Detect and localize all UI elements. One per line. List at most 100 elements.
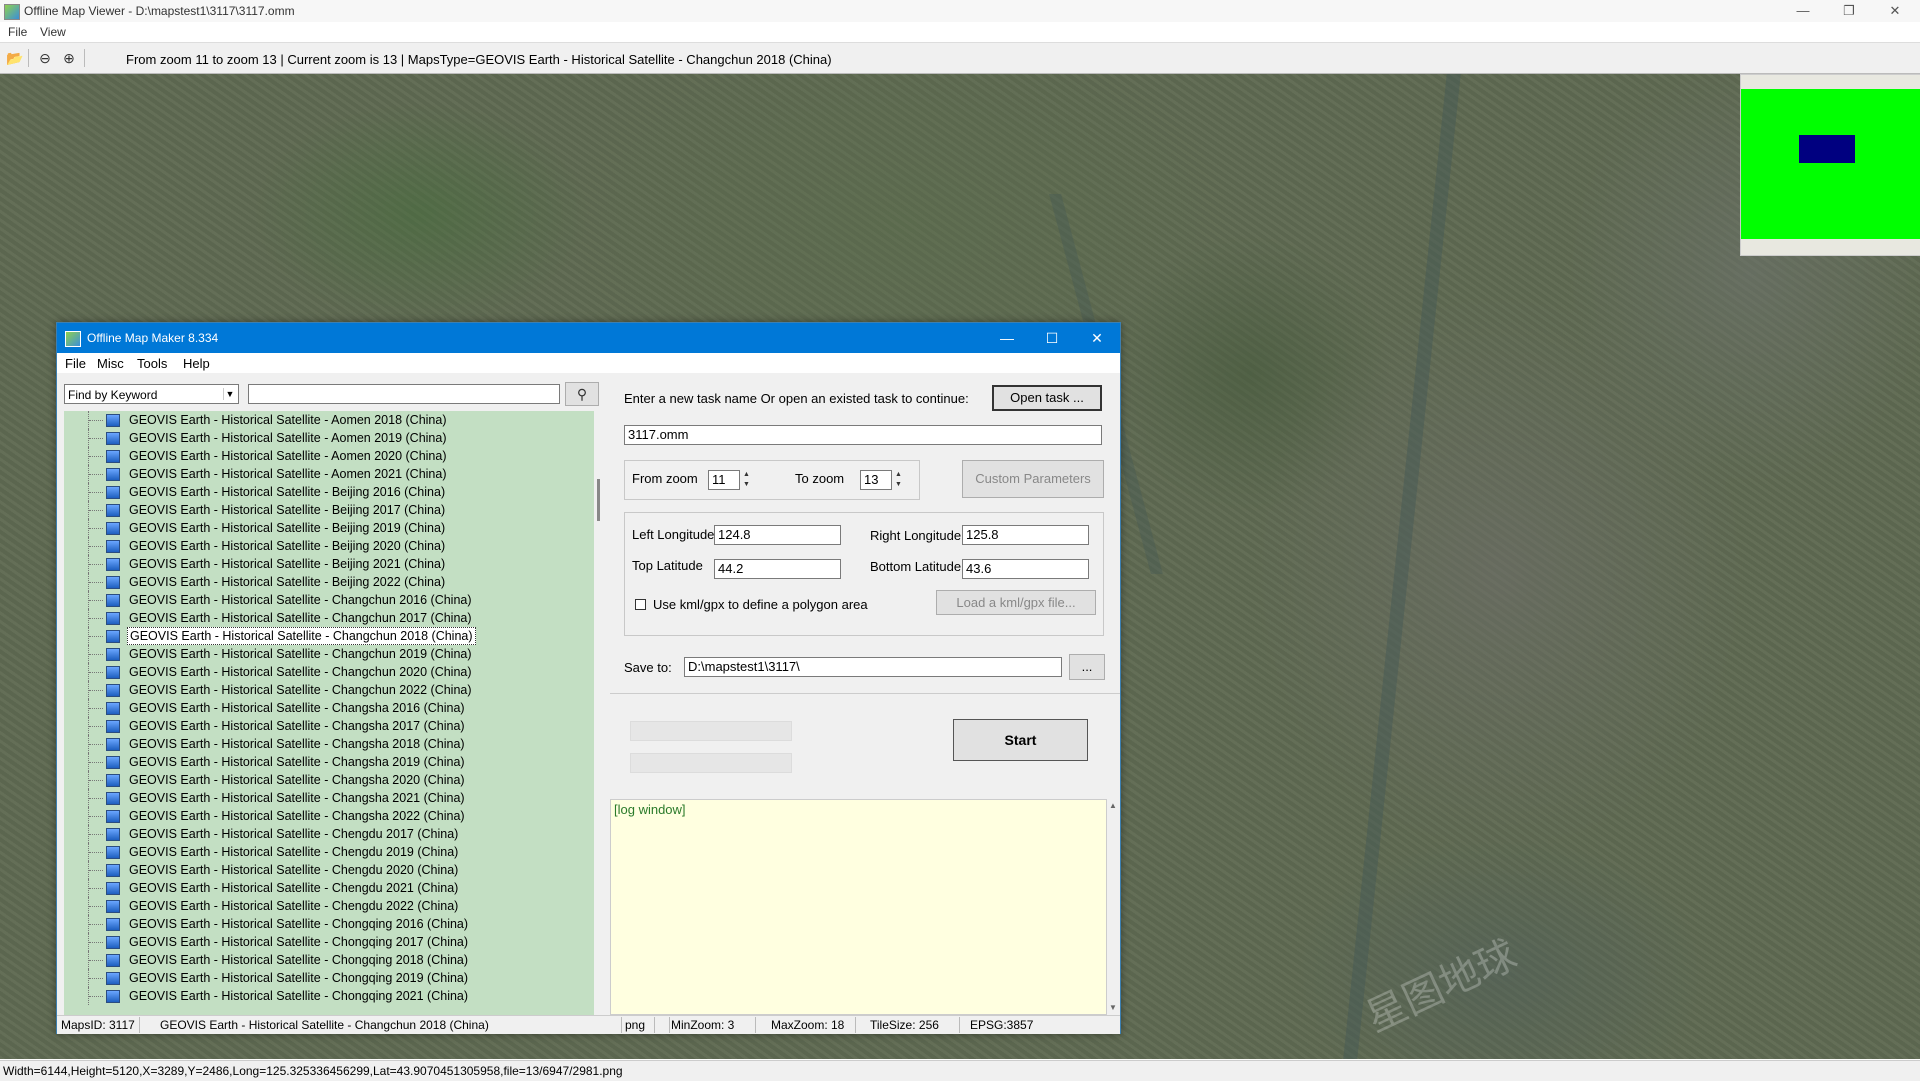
dialog-menu-misc[interactable]: Misc (97, 356, 124, 371)
dialog-menu-file[interactable]: File (65, 356, 86, 371)
tree-item[interactable]: GEOVIS Earth - Historical Satellite - Ch… (64, 681, 594, 699)
map-tile-icon (106, 576, 120, 589)
dialog-maximize-button[interactable]: ☐ (1037, 328, 1067, 348)
search-input[interactable] (248, 384, 560, 404)
right-longitude-input[interactable]: 125.8 (962, 525, 1089, 545)
left-longitude-input[interactable]: 124.8 (714, 525, 841, 545)
to-zoom-input[interactable]: 13 (860, 470, 892, 490)
tree-item[interactable]: GEOVIS Earth - Historical Satellite - Be… (64, 501, 594, 519)
tree-item[interactable]: GEOVIS Earth - Historical Satellite - Ch… (64, 717, 594, 735)
start-button[interactable]: Start (953, 719, 1088, 761)
tree-item[interactable]: GEOVIS Earth - Historical Satellite - Ao… (64, 465, 594, 483)
tree-item[interactable]: GEOVIS Earth - Historical Satellite - Ch… (64, 771, 594, 789)
save-to-label: Save to: (624, 660, 672, 675)
dialog-menu-help[interactable]: Help (183, 356, 210, 371)
open-task-button[interactable]: Open task ... (992, 385, 1102, 411)
tree-item[interactable]: GEOVIS Earth - Historical Satellite - Ch… (64, 645, 594, 663)
tree-item[interactable]: GEOVIS Earth - Historical Satellite - Ch… (64, 843, 594, 861)
tree-item[interactable]: GEOVIS Earth - Historical Satellite - Be… (64, 555, 594, 573)
tree-item[interactable]: GEOVIS Earth - Historical Satellite - Ch… (64, 609, 594, 627)
tree-connector (88, 897, 103, 915)
open-folder-icon[interactable]: 📂 (6, 50, 23, 66)
map-tile-icon (106, 648, 120, 661)
top-latitude-label: Top Latitude (632, 558, 703, 573)
log-window[interactable]: [log window] (610, 799, 1107, 1015)
viewer-close-button[interactable]: ✕ (1882, 2, 1908, 20)
dialog-menu-tools[interactable]: Tools (137, 356, 167, 371)
scroll-down-icon[interactable]: ▼ (1109, 1003, 1117, 1012)
tree-item[interactable]: GEOVIS Earth - Historical Satellite - Ch… (64, 987, 594, 1005)
map-tile-icon (106, 954, 120, 967)
map-tile-icon (106, 540, 120, 553)
tree-item[interactable]: GEOVIS Earth - Historical Satellite - Be… (64, 483, 594, 501)
log-scrollbar[interactable]: ▲ ▼ (1107, 799, 1120, 1015)
tree-item[interactable]: GEOVIS Earth - Historical Satellite - Be… (64, 573, 594, 591)
top-latitude-input[interactable]: 44.2 (714, 559, 841, 579)
tree-item[interactable]: GEOVIS Earth - Historical Satellite - Ch… (64, 789, 594, 807)
map-tile-icon (106, 900, 120, 913)
tree-item[interactable]: GEOVIS Earth - Historical Satellite - Ch… (64, 879, 594, 897)
dialog-minimize-button[interactable]: — (992, 328, 1022, 348)
use-kml-checkbox[interactable] (635, 599, 646, 610)
tree-item-label: GEOVIS Earth - Historical Satellite - Ch… (129, 719, 465, 733)
tree-item[interactable]: GEOVIS Earth - Historical Satellite - Be… (64, 537, 594, 555)
tree-item[interactable]: GEOVIS Earth - Historical Satellite - Ch… (64, 663, 594, 681)
zoom-in-icon[interactable]: ⊕ (61, 50, 77, 66)
map-type-tree[interactable]: GEOVIS Earth - Historical Satellite - Ao… (64, 411, 594, 1015)
zoom-out-icon[interactable]: ⊖ (37, 50, 53, 66)
viewer-restore-button[interactable]: ❐ (1836, 2, 1862, 20)
map-tile-icon (106, 504, 120, 517)
search-button[interactable]: ⚲ (565, 382, 599, 406)
overview-minimap[interactable] (1740, 74, 1920, 256)
tree-item[interactable]: GEOVIS Earth - Historical Satellite - Be… (64, 519, 594, 537)
tree-scrollbar-thumb[interactable] (597, 479, 600, 521)
from-zoom-stepper[interactable]: ▲ ▼ (740, 470, 753, 490)
tree-connector (88, 753, 103, 771)
map-type-pane: Find by Keyword ▼ ⚲ GEOVIS Earth - Histo… (57, 375, 607, 1015)
tree-item[interactable]: GEOVIS Earth - Historical Satellite - Ch… (64, 807, 594, 825)
tree-item[interactable]: GEOVIS Earth - Historical Satellite - Ch… (64, 915, 594, 933)
tree-item[interactable]: GEOVIS Earth - Historical Satellite - Ch… (64, 699, 594, 717)
progress-bar-current (630, 753, 792, 773)
map-tile-icon (106, 918, 120, 931)
tree-item[interactable]: GEOVIS Earth - Historical Satellite - Ch… (64, 861, 594, 879)
tree-item[interactable]: GEOVIS Earth - Historical Satellite - Ch… (64, 897, 594, 915)
tree-item[interactable]: GEOVIS Earth - Historical Satellite - Ch… (64, 591, 594, 609)
tree-item-label: GEOVIS Earth - Historical Satellite - Ch… (129, 971, 469, 985)
tree-item[interactable]: GEOVIS Earth - Historical Satellite - Ao… (64, 447, 594, 465)
save-to-input[interactable]: D:\mapstest1\3117\ (684, 657, 1062, 677)
tree-item[interactable]: GEOVIS Earth - Historical Satellite - Ao… (64, 411, 594, 429)
tree-item[interactable]: GEOVIS Earth - Historical Satellite - Ch… (64, 933, 594, 951)
tree-item[interactable]: GEOVIS Earth - Historical Satellite - Ch… (64, 735, 594, 753)
tree-item[interactable]: GEOVIS Earth - Historical Satellite - Ch… (64, 753, 594, 771)
bottom-latitude-input[interactable]: 43.6 (962, 559, 1089, 579)
viewer-menu-view[interactable]: View (40, 25, 66, 39)
browse-folder-button[interactable]: ... (1069, 654, 1105, 680)
tree-item[interactable]: GEOVIS Earth - Historical Satellite - Ch… (64, 627, 594, 645)
tree-connector (88, 501, 103, 519)
tree-connector (88, 555, 103, 573)
map-tile-icon (106, 666, 120, 679)
to-zoom-stepper[interactable]: ▲ ▼ (892, 470, 905, 490)
tree-item-label: GEOVIS Earth - Historical Satellite - Ch… (129, 647, 472, 661)
minimap-viewport[interactable] (1799, 135, 1855, 163)
tree-item[interactable]: GEOVIS Earth - Historical Satellite - Ch… (64, 825, 594, 843)
scroll-up-icon[interactable]: ▲ (1109, 801, 1117, 810)
viewer-menu-bar: File View (0, 22, 1920, 42)
search-mode-select[interactable]: Find by Keyword ▼ (64, 384, 239, 404)
tree-scrollbar[interactable] (594, 411, 607, 1015)
viewer-menu-file[interactable]: File (8, 25, 27, 39)
task-name-input[interactable]: 3117.omm (624, 425, 1102, 445)
task-prompt-label: Enter a new task name Or open an existed… (624, 391, 969, 406)
custom-parameters-button[interactable]: Custom Parameters (962, 460, 1104, 498)
map-tile-icon (106, 414, 120, 427)
tree-item[interactable]: GEOVIS Earth - Historical Satellite - Ch… (64, 969, 594, 987)
tree-item[interactable]: GEOVIS Earth - Historical Satellite - Ch… (64, 951, 594, 969)
dialog-close-button[interactable]: ✕ (1082, 328, 1112, 348)
viewer-minimize-button[interactable]: — (1790, 2, 1816, 20)
tree-item[interactable]: GEOVIS Earth - Historical Satellite - Ao… (64, 429, 594, 447)
chevron-down-icon[interactable]: ▼ (223, 388, 236, 400)
load-kml-button[interactable]: Load a kml/gpx file... (936, 590, 1096, 615)
log-window-label: [log window] (614, 802, 686, 817)
from-zoom-input[interactable]: 11 (708, 470, 740, 490)
